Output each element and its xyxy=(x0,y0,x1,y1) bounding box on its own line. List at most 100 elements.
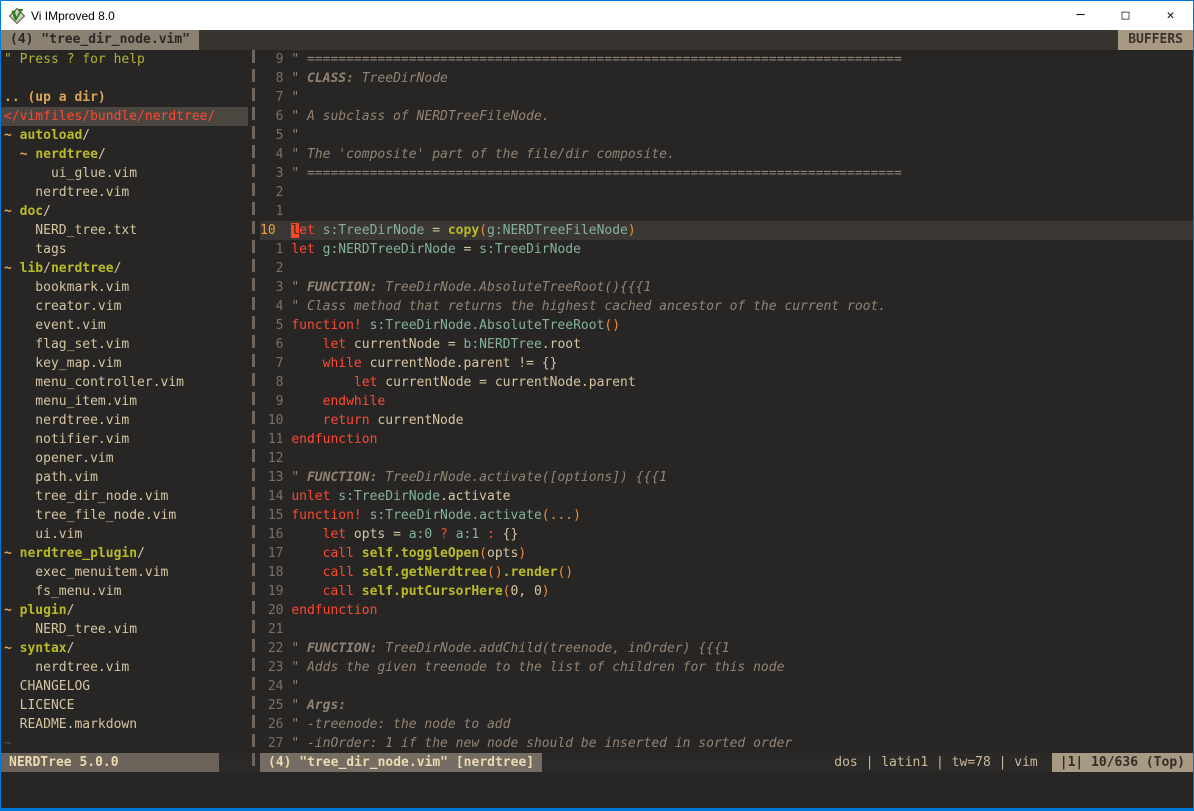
code-line[interactable]: 6 " A subclass of NERDTreeFileNode. xyxy=(260,107,1193,126)
line-number: 12 xyxy=(260,451,291,466)
nerdtree-row[interactable]: ~ plugin/ xyxy=(1,601,248,620)
code-token: " Class method that returns the highest … xyxy=(291,299,886,314)
code-token: ~ xyxy=(20,147,36,162)
code-line[interactable]: 26 " -treenode: the node to add xyxy=(260,715,1193,734)
nerdtree-row[interactable]: key_map.vim xyxy=(1,354,248,373)
nerdtree-row[interactable]: menu_item.vim xyxy=(1,392,248,411)
code-line[interactable]: 2 xyxy=(260,259,1193,278)
code-line[interactable]: 22 " FUNCTION: TreeDirNode.addChild(tree… xyxy=(260,639,1193,658)
code-line[interactable]: 20 endfunction xyxy=(260,601,1193,620)
code-line[interactable]: 5 function! s:TreeDirNode.AbsoluteTreeRo… xyxy=(260,316,1193,335)
minimize-button[interactable]: ─ xyxy=(1058,1,1103,30)
nerdtree-row[interactable]: fs_menu.vim xyxy=(1,582,248,601)
code-line[interactable]: 5 " xyxy=(260,126,1193,145)
code-line[interactable]: 15 function! s:TreeDirNode.activate(...) xyxy=(260,506,1193,525)
nerdtree-row[interactable]: bookmark.vim xyxy=(1,278,248,297)
code-token xyxy=(354,584,362,599)
code-line[interactable]: 7 " xyxy=(260,88,1193,107)
nerdtree-row[interactable]: exec_menuitem.vim xyxy=(1,563,248,582)
code-line[interactable]: 3 " FUNCTION: TreeDirNode.AbsoluteTreeRo… xyxy=(260,278,1193,297)
code-line[interactable]: 7 while currentNode.parent != {} xyxy=(260,354,1193,373)
nerdtree-row[interactable]: nerdtree.vim xyxy=(1,183,248,202)
nerdtree-row[interactable]: LICENCE xyxy=(1,696,248,715)
code-line[interactable]: 8 let currentNode = currentNode.parent xyxy=(260,373,1193,392)
code-line[interactable]: 23 " Adds the given treenode to the list… xyxy=(260,658,1193,677)
nerdtree-row[interactable]: ~ doc/ xyxy=(1,202,248,221)
code-token xyxy=(315,242,323,257)
code-token: menu_controller.vim xyxy=(4,375,184,390)
nerdtree-row[interactable]: flag_set.vim xyxy=(1,335,248,354)
code-token xyxy=(291,584,322,599)
nerdtree-row[interactable]: nerdtree.vim xyxy=(1,658,248,677)
code-token: nerdtree xyxy=(35,147,98,162)
code-line[interactable]: 27 " -inOrder: 1 if the new node should … xyxy=(260,734,1193,753)
nerdtree-row[interactable]: ui_glue.vim xyxy=(1,164,248,183)
nerdtree-row[interactable]: ~ nerdtree_plugin/ xyxy=(1,544,248,563)
code-line[interactable]: 12 xyxy=(260,449,1193,468)
nerdtree-row[interactable]: tree_dir_node.vim xyxy=(1,487,248,506)
nerdtree-row[interactable]: ~ autoload/ xyxy=(1,126,248,145)
nerdtree-row[interactable]: ~ nerdtree/ xyxy=(1,145,248,164)
nerdtree-row[interactable] xyxy=(1,69,248,88)
tab-tree-dir-node[interactable]: (4) "tree_dir_node.vim" xyxy=(1,30,199,50)
nerdtree-row[interactable]: ~ xyxy=(1,734,248,753)
code-line[interactable]: 25 " Args: xyxy=(260,696,1193,715)
nerdtree-row[interactable]: " Press ? for help xyxy=(1,50,248,69)
code-line[interactable]: 18 call self.getNerdtree().render() xyxy=(260,563,1193,582)
code-line[interactable]: 1 xyxy=(260,202,1193,221)
nerdtree-row[interactable]: tags xyxy=(1,240,248,259)
code-token: currentNode = currentNode.parent xyxy=(377,375,635,390)
line-number: 5 xyxy=(260,128,291,143)
code-token xyxy=(291,565,322,580)
nerdtree-row[interactable]: ui.vim xyxy=(1,525,248,544)
nerdtree-row[interactable]: ~ lib/nerdtree/ xyxy=(1,259,248,278)
code-line[interactable]: 19 call self.putCursorHere(0, 0) xyxy=(260,582,1193,601)
nerdtree-row[interactable]: README.markdown xyxy=(1,715,248,734)
nerdtree-row[interactable]: NERD_tree.txt xyxy=(1,221,248,240)
code-line[interactable]: 4 " Class method that returns the highes… xyxy=(260,297,1193,316)
line-number: 2 xyxy=(260,185,291,200)
code-line[interactable]: 9 " ====================================… xyxy=(260,50,1193,69)
nerdtree-row[interactable]: NERD_tree.vim xyxy=(1,620,248,639)
code-line[interactable]: 6 let currentNode = b:NERDTree.root xyxy=(260,335,1193,354)
line-number: 26 xyxy=(260,717,291,732)
code-line[interactable]: 24 " xyxy=(260,677,1193,696)
code-line[interactable]: 4 " The 'composite' part of the file/dir… xyxy=(260,145,1193,164)
nerdtree-row[interactable]: notifier.vim xyxy=(1,430,248,449)
nerdtree-row[interactable]: opener.vim xyxy=(1,449,248,468)
code-line[interactable]: 8 " CLASS: TreeDirNode xyxy=(260,69,1193,88)
code-token xyxy=(291,413,322,428)
nerdtree-row[interactable]: creator.vim xyxy=(1,297,248,316)
code-token: s:TreeDirNode xyxy=(338,489,440,504)
close-button[interactable]: ✕ xyxy=(1148,1,1193,30)
nerdtree-row[interactable]: menu_controller.vim xyxy=(1,373,248,392)
nerdtree-root-row[interactable]: </vimfiles/bundle/nerdtree/ xyxy=(1,107,248,126)
code-line[interactable]: 3 " ====================================… xyxy=(260,164,1193,183)
code-line-current[interactable]: 10 let s:TreeDirNode = copy(g:NERDTreeFi… xyxy=(260,221,1193,240)
command-line[interactable] xyxy=(1,772,1193,808)
code-token: / xyxy=(137,546,145,561)
code-line[interactable]: 1 let g:NERDTreeDirNode = s:TreeDirNode xyxy=(260,240,1193,259)
line-number: 8 xyxy=(260,71,291,86)
code-line[interactable]: 21 xyxy=(260,620,1193,639)
nerdtree-row[interactable]: tree_file_node.vim xyxy=(1,506,248,525)
nerdtree-row[interactable]: event.vim xyxy=(1,316,248,335)
nerdtree-row[interactable]: ~ syntax/ xyxy=(1,639,248,658)
nerdtree-row[interactable]: path.vim xyxy=(1,468,248,487)
code-token: ~ xyxy=(4,736,12,751)
maximize-button[interactable]: □ xyxy=(1103,1,1148,30)
code-line[interactable]: 9 endwhile xyxy=(260,392,1193,411)
nerdtree-row[interactable]: nerdtree.vim xyxy=(1,411,248,430)
code-line[interactable]: 2 xyxy=(260,183,1193,202)
line-number: 25 xyxy=(260,698,291,713)
code-line[interactable]: 13 " FUNCTION: TreeDirNode.activate([opt… xyxy=(260,468,1193,487)
code-line[interactable]: 14 unlet s:TreeDirNode.activate xyxy=(260,487,1193,506)
nerdtree-row[interactable]: CHANGELOG xyxy=(1,677,248,696)
window-split-separator[interactable] xyxy=(248,50,260,772)
code-line[interactable]: 10 return currentNode xyxy=(260,411,1193,430)
nerdtree-row[interactable]: .. (up a dir) xyxy=(1,88,248,107)
code-line[interactable]: 16 let opts = a:0 ? a:1 : {} xyxy=(260,525,1193,544)
code-line[interactable]: 11 endfunction xyxy=(260,430,1193,449)
code-line[interactable]: 17 call self.toggleOpen(opts) xyxy=(260,544,1193,563)
code-token: " xyxy=(291,679,299,694)
